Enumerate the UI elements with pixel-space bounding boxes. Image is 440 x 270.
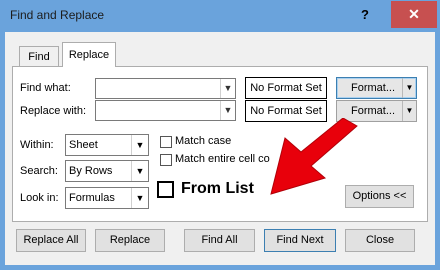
chevron-down-icon[interactable]: ▼ bbox=[220, 79, 235, 98]
find-format-button-label: Format... bbox=[351, 82, 396, 94]
chevron-down-icon[interactable]: ▼ bbox=[131, 188, 148, 208]
look-in-value: Formulas bbox=[69, 192, 115, 204]
look-in-select[interactable]: Formulas ▼ bbox=[65, 187, 149, 209]
tab-replace[interactable]: Replace bbox=[62, 42, 116, 67]
match-case-label: Match case bbox=[175, 135, 232, 147]
chevron-down-icon[interactable]: ▼ bbox=[131, 135, 148, 155]
search-select[interactable]: By Rows ▼ bbox=[65, 160, 149, 182]
find-next-button[interactable]: Find Next bbox=[264, 229, 336, 252]
chevron-down-icon[interactable]: ▼ bbox=[402, 101, 416, 121]
replace-format-button-label: Format... bbox=[351, 105, 396, 117]
chevron-down-icon[interactable]: ▼ bbox=[131, 161, 148, 181]
from-list-checkbox[interactable] bbox=[157, 181, 174, 198]
replace-button[interactable]: Replace bbox=[95, 229, 165, 252]
search-label: Search: bbox=[20, 165, 58, 177]
find-all-label: Find All bbox=[201, 234, 238, 246]
within-label: Within: bbox=[20, 139, 54, 151]
replace-with-label: Replace with: bbox=[20, 105, 87, 117]
search-value: By Rows bbox=[69, 165, 113, 177]
replace-label: Replace bbox=[109, 234, 151, 246]
dialog-title: Find and Replace bbox=[10, 8, 105, 22]
match-case-checkbox[interactable] bbox=[160, 136, 172, 148]
close-button[interactable]: Close bbox=[345, 229, 415, 252]
replace-all-label: Replace All bbox=[23, 234, 79, 246]
from-list-label: From List bbox=[181, 180, 254, 197]
close-label: Close bbox=[365, 234, 395, 246]
chevron-down-icon[interactable]: ▼ bbox=[402, 78, 416, 98]
tab-replace-label: Replace bbox=[68, 49, 110, 61]
close-window-button[interactable]: ✕ bbox=[391, 1, 437, 28]
tab-find-label: Find bbox=[28, 51, 50, 63]
tab-find[interactable]: Find bbox=[19, 46, 59, 66]
find-next-label: Find Next bbox=[276, 234, 324, 246]
chevron-down-icon[interactable]: ▼ bbox=[220, 101, 235, 120]
within-value: Sheet bbox=[69, 139, 98, 151]
find-what-label: Find what: bbox=[20, 82, 71, 94]
look-in-label: Look in: bbox=[20, 192, 59, 204]
find-all-button[interactable]: Find All bbox=[184, 229, 255, 252]
find-format-preview: No Format Set bbox=[245, 77, 327, 99]
find-format-button[interactable]: Format... ▼ bbox=[336, 77, 417, 99]
within-select[interactable]: Sheet ▼ bbox=[65, 134, 149, 156]
help-button[interactable]: ? bbox=[343, 1, 387, 28]
replace-all-button[interactable]: Replace All bbox=[16, 229, 86, 252]
find-what-combo[interactable]: ▼ bbox=[95, 78, 236, 99]
options-button[interactable]: Options << bbox=[345, 185, 414, 208]
replace-with-combo[interactable]: ▼ bbox=[95, 100, 236, 121]
match-entire-checkbox[interactable] bbox=[160, 154, 172, 166]
